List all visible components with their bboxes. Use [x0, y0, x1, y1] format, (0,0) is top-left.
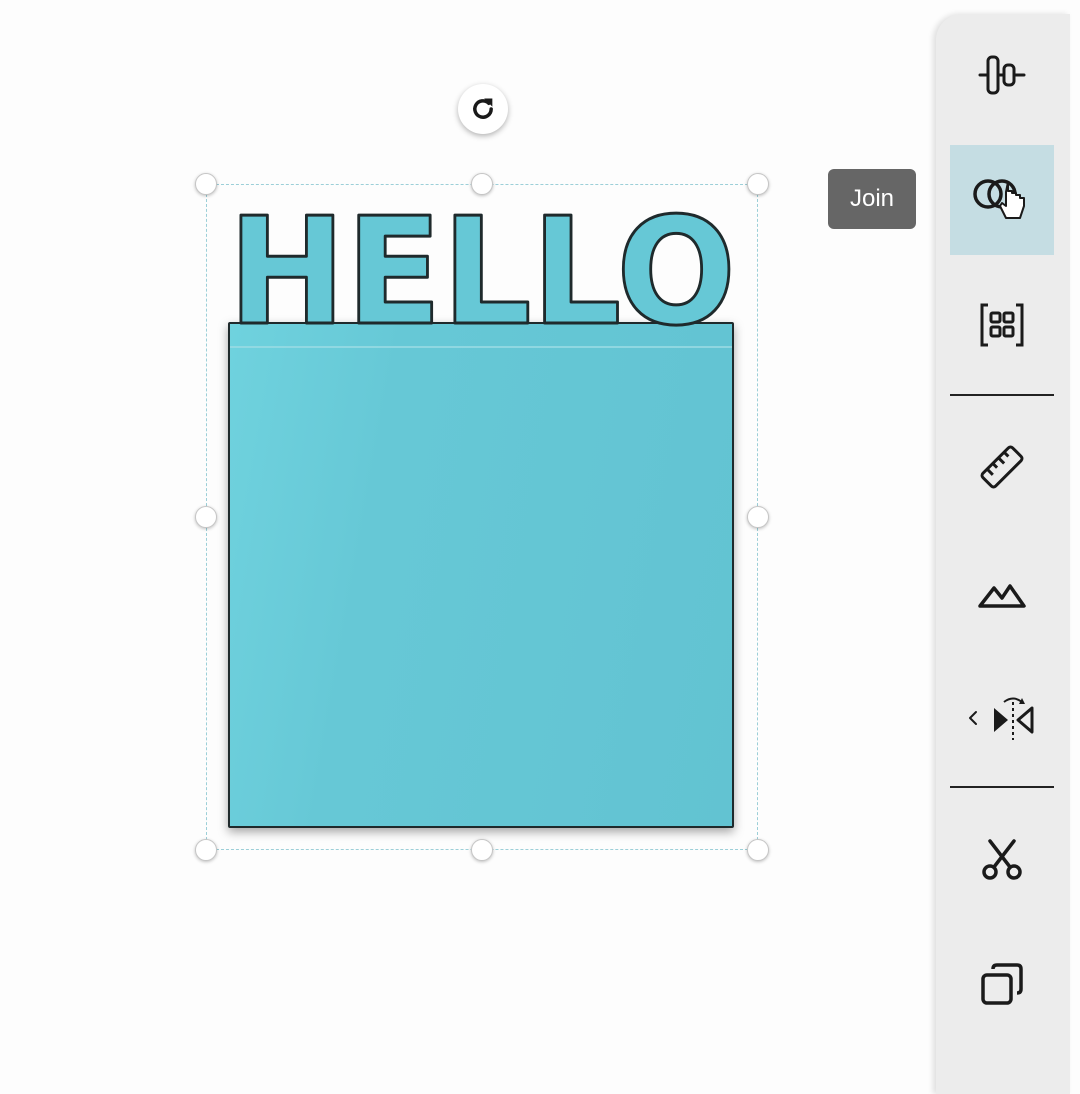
- resize-handle-top[interactable]: [471, 173, 493, 195]
- resize-handle-bottom[interactable]: [471, 839, 493, 861]
- duplicate-icon: [981, 963, 1023, 1005]
- flip-button[interactable]: [950, 664, 1054, 774]
- join-icon: [973, 179, 1025, 219]
- join-tooltip: Join: [828, 169, 916, 229]
- tooltip-label: Join: [849, 185, 895, 212]
- align-icon: [978, 55, 1026, 95]
- align-button[interactable]: [950, 20, 1054, 130]
- resize-handle-right[interactable]: [747, 506, 769, 528]
- scissors-icon: [982, 839, 1022, 880]
- image-button[interactable]: [950, 539, 1054, 649]
- toolbar-divider: [950, 394, 1054, 396]
- ruler-button[interactable]: [950, 412, 1054, 522]
- duplicate-button[interactable]: [950, 929, 1054, 1039]
- right-toolbar: [936, 14, 1070, 1094]
- design-canvas[interactable]: HELLO: [0, 0, 930, 1080]
- toolbar-divider: [950, 786, 1054, 788]
- ruler-icon: [980, 445, 1024, 489]
- resize-handle-top-left[interactable]: [195, 173, 217, 195]
- resize-handle-top-right[interactable]: [747, 173, 769, 195]
- resize-handle-left[interactable]: [195, 506, 217, 528]
- mountains-icon: [978, 584, 1026, 608]
- group-button[interactable]: [950, 270, 1054, 380]
- resize-handle-bottom-left[interactable]: [195, 839, 217, 861]
- rotate-icon: [473, 98, 493, 119]
- join-button[interactable]: [950, 145, 1054, 255]
- resize-handle-bottom-right[interactable]: [747, 839, 769, 861]
- selection-box: [206, 184, 758, 850]
- flip-icon: [969, 697, 1034, 740]
- group-icon: [980, 303, 1024, 347]
- cut-button[interactable]: [950, 804, 1054, 914]
- rotate-handle[interactable]: [458, 84, 508, 134]
- chevron-left-icon: [969, 711, 977, 725]
